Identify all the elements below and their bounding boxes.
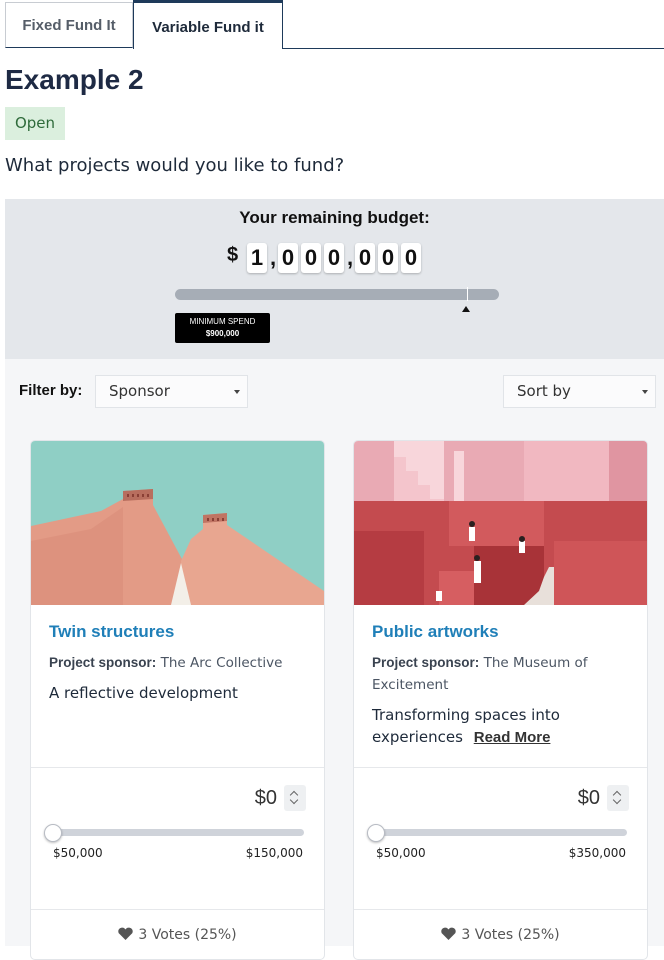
slider-max-label: $350,000 <box>568 846 626 860</box>
slider-min-label: $50,000 <box>376 846 426 860</box>
project-image <box>31 441 324 605</box>
sponsor-filter-select[interactable]: Sponsor <box>95 375 248 408</box>
sort-select[interactable]: Sort by <box>503 375 656 408</box>
project-card: Public artworks Project sponsor: The Mus… <box>353 440 648 960</box>
status-badge: Open <box>5 107 65 140</box>
project-description: Transforming spaces into experiences Rea… <box>372 704 622 749</box>
project-image <box>354 441 647 605</box>
allocation-amount: $0 <box>577 787 600 809</box>
tab-bar: Fixed Fund It Variable Fund it <box>0 0 664 50</box>
heart-icon <box>441 927 457 940</box>
allocation-amount: $0 <box>254 787 277 809</box>
allocation-slider-thumb[interactable] <box>367 824 385 842</box>
budget-digit: 1 <box>247 243 267 273</box>
project-description-text: A reflective development <box>49 684 238 702</box>
budget-digit: 0 <box>401 243 421 273</box>
project-sponsor: Project sponsor: The Arc Collective <box>49 652 289 674</box>
budget-digit: 0 <box>378 243 398 273</box>
votes-text: 3 Votes (25%) <box>461 927 560 943</box>
budget-progress-bar <box>175 289 499 300</box>
budget-separator: , <box>270 245 277 270</box>
project-description: A reflective development <box>49 682 299 704</box>
sort-value: Sort by <box>517 382 571 400</box>
project-title[interactable]: Public artworks <box>372 622 499 642</box>
filter-label: Filter by: <box>19 382 83 399</box>
project-sponsor-label: Project sponsor: <box>49 655 157 670</box>
budget-digit: 0 <box>278 243 298 273</box>
project-sponsor-label: Project sponsor: <box>372 655 480 670</box>
card-divider <box>31 909 324 910</box>
heart-icon <box>118 927 134 940</box>
budget-panel: Your remaining budget: $ 1,000,000 MINIM… <box>5 199 664 359</box>
allocation-slider[interactable] <box>371 829 627 836</box>
budget-digit: 0 <box>355 243 375 273</box>
page-title: Example 2 <box>5 64 144 95</box>
amount-stepper[interactable] <box>607 785 629 811</box>
budget-title: Your remaining budget: <box>239 208 430 227</box>
votes-count: 3 Votes (25%) <box>31 927 324 943</box>
minimum-spend-marker <box>467 287 468 301</box>
budget-counter: 1,000,000 <box>247 241 424 273</box>
chevron-down-icon[interactable] <box>612 795 622 805</box>
tab-fixed-fund-it[interactable]: Fixed Fund It <box>5 2 133 48</box>
allocation-slider-thumb[interactable] <box>44 824 62 842</box>
slider-min-label: $50,000 <box>53 846 103 860</box>
allocation-slider[interactable] <box>48 829 304 836</box>
budget-separator: , <box>347 245 354 270</box>
card-divider <box>354 767 647 768</box>
read-more-link[interactable]: Read More <box>474 729 551 746</box>
chevron-down-icon <box>234 390 240 394</box>
chevron-down-icon <box>642 390 648 394</box>
funding-question: What projects would you like to fund? <box>5 155 345 176</box>
slider-max-label: $150,000 <box>245 846 303 860</box>
project-sponsor: Project sponsor: The Museum of Excitemen… <box>372 652 612 696</box>
budget-currency: $ <box>227 244 239 266</box>
tab-variable-fund-it[interactable]: Variable Fund it <box>133 0 283 49</box>
amount-stepper[interactable] <box>284 785 306 811</box>
project-card: Twin structures Project sponsor: The Arc… <box>30 440 325 960</box>
project-title[interactable]: Twin structures <box>49 622 174 642</box>
caret-up-icon <box>462 306 470 312</box>
votes-text: 3 Votes (25%) <box>138 927 237 943</box>
sponsor-filter-value: Sponsor <box>109 382 170 400</box>
card-divider <box>31 767 324 768</box>
tab-underline <box>283 48 664 49</box>
votes-count: 3 Votes (25%) <box>354 927 647 943</box>
minimum-spend-value: $900,000 <box>205 329 240 338</box>
budget-digit: 0 <box>301 243 321 273</box>
card-divider <box>354 909 647 910</box>
minimum-spend-tag: MINIMUM SPEND $900,000 <box>175 313 270 343</box>
chevron-down-icon[interactable] <box>289 795 299 805</box>
minimum-spend-label: MINIMUM SPEND <box>189 317 256 326</box>
project-sponsor-name: The Arc Collective <box>160 655 283 671</box>
budget-digit: 0 <box>324 243 344 273</box>
